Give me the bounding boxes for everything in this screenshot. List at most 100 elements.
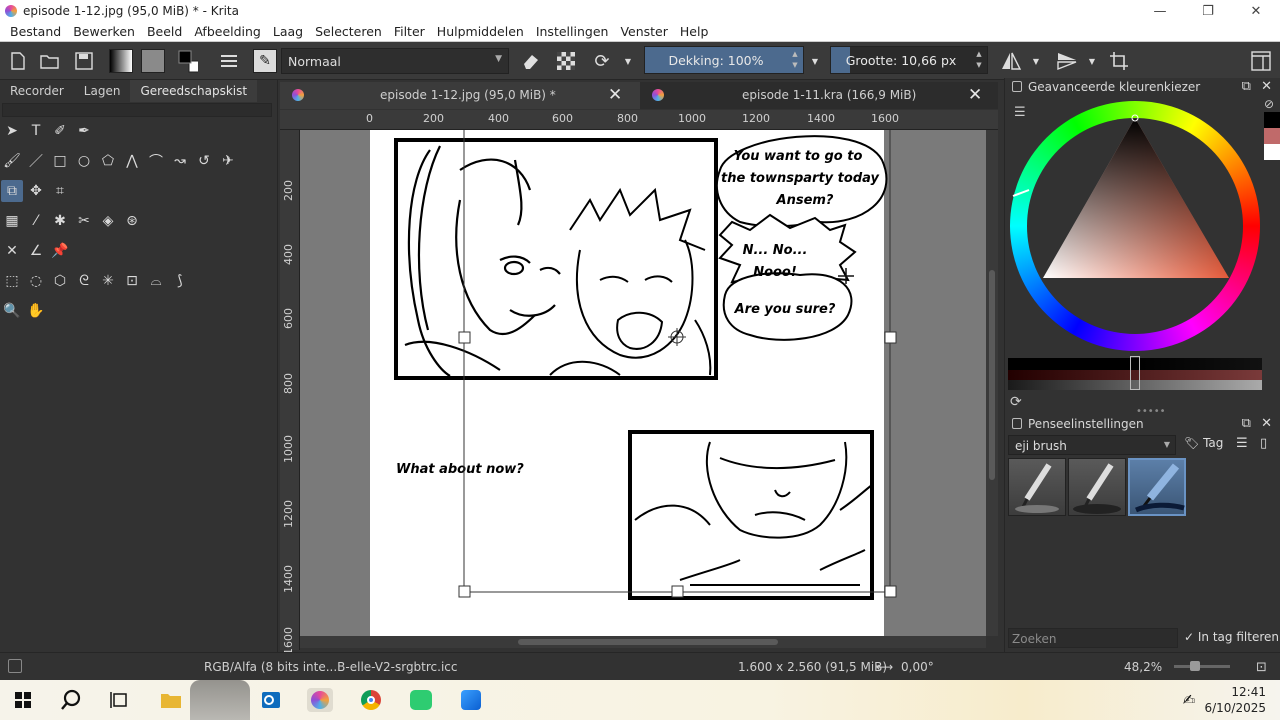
transform-tool-icon[interactable]: ⧉ — [1, 180, 23, 202]
close-window-button[interactable]: ✕ — [1232, 0, 1280, 22]
taskbar-clock[interactable]: 12:41 6/10/2025 — [1204, 684, 1266, 716]
zoom-slider[interactable] — [1174, 665, 1230, 668]
rectangular-selection-tool-icon[interactable]: ⬚ — [1, 270, 23, 292]
chevron-down-icon[interactable]: ▼ — [808, 50, 822, 72]
brush-preset-thumbnail-active[interactable] — [1128, 458, 1186, 516]
measure-tool-icon[interactable]: ∠ — [25, 240, 47, 262]
menu-bestand[interactable]: Bestand — [4, 24, 67, 39]
multibrush-tool-icon[interactable]: ✈ — [217, 150, 239, 172]
windows-start-icon[interactable] — [10, 688, 36, 712]
document-tab-active[interactable]: episode 1-12.jpg (95,0 MiB) * ✕ — [280, 82, 640, 109]
assistant-tool-icon[interactable]: ✕ — [1, 240, 23, 262]
tab-lagen[interactable]: Lagen — [74, 80, 131, 102]
new-document-icon[interactable] — [7, 50, 29, 72]
refresh-icon[interactable]: ⟳ — [1010, 394, 1022, 410]
slider-handle[interactable] — [1130, 356, 1140, 390]
color-picker-tool-icon[interactable]: ⁄ — [25, 210, 47, 232]
reference-images-tool-icon[interactable]: 📌 — [49, 240, 71, 262]
save-icon[interactable] — [73, 50, 95, 72]
krita-taskbar-icon[interactable] — [307, 688, 333, 712]
discord-icon[interactable] — [408, 688, 434, 712]
move-tool-icon[interactable]: ✥ — [25, 180, 47, 202]
rectangle-tool-icon[interactable]: □ — [49, 150, 71, 172]
menu-filter[interactable]: Filter — [388, 24, 431, 39]
tab-recorder[interactable]: Recorder — [0, 80, 74, 102]
enclose-fill-tool-icon[interactable]: ⊛ — [121, 210, 143, 232]
swatch-black[interactable] — [1264, 112, 1280, 128]
menu-beeld[interactable]: Beeld — [141, 24, 188, 39]
view-mode-icon[interactable]: ▯ — [1260, 436, 1267, 451]
menu-venster[interactable]: Venster — [614, 24, 673, 39]
menu-laag[interactable]: Laag — [267, 24, 309, 39]
edit-shapes-tool-icon[interactable]: ✐ — [49, 120, 71, 142]
file-explorer-icon[interactable] — [158, 688, 184, 712]
pan-tool-icon[interactable]: ✋ — [25, 300, 47, 322]
lock-icon[interactable] — [1012, 418, 1022, 429]
horizontal-scrollbar[interactable] — [300, 636, 986, 648]
magnetic-selection-tool-icon[interactable]: ⟆ — [169, 270, 191, 292]
vertical-scrollbar[interactable] — [986, 130, 998, 636]
line-tool-icon[interactable]: ／ — [25, 150, 47, 172]
crop-tool-icon[interactable]: ⌗ — [49, 180, 71, 202]
freehand-brush-tool-icon[interactable]: 🖌 — [1, 150, 23, 172]
size-spinner[interactable]: ▲ ▼ — [973, 49, 985, 71]
transform-handle[interactable] — [884, 585, 897, 598]
brush-preset-thumbnail[interactable] — [1008, 458, 1066, 516]
chevron-down-icon[interactable]: ▼ — [1086, 50, 1098, 72]
reload-preset-icon[interactable]: ⟳ — [591, 50, 613, 72]
float-docker-icon[interactable]: ⧉ — [1242, 79, 1251, 94]
lock-icon[interactable] — [1012, 81, 1022, 92]
alpha-lock-icon[interactable] — [555, 50, 577, 72]
mirror-horizontal-icon[interactable] — [1000, 50, 1022, 72]
blend-mode-select[interactable]: Normaal ▼ — [281, 48, 509, 74]
float-docker-icon[interactable]: ⧉ — [1242, 416, 1251, 431]
search-icon[interactable] — [58, 688, 84, 712]
dynamic-brush-tool-icon[interactable]: ↺ — [193, 150, 215, 172]
menu-help[interactable]: Help — [674, 24, 715, 39]
close-docker-icon[interactable]: ✕ — [1261, 79, 1272, 94]
transform-handle[interactable] — [671, 585, 684, 598]
screen-icon[interactable]: ⊡ — [1256, 660, 1267, 675]
chevron-down-icon[interactable]: ▼ — [1030, 50, 1042, 72]
smart-patch-tool-icon[interactable]: ✂ — [73, 210, 95, 232]
tag-button[interactable]: 🏷 Tag — [1184, 436, 1223, 450]
menu-afbeelding[interactable]: Afbeelding — [188, 24, 267, 39]
task-view-icon[interactable] — [106, 688, 132, 712]
paint-app-icon[interactable] — [458, 688, 484, 712]
dock-panel-icon[interactable] — [1250, 50, 1272, 72]
polyline-tool-icon[interactable]: ⋀ — [121, 150, 143, 172]
scrollbar-thumb[interactable] — [518, 639, 778, 645]
filter-in-tag-checkbox[interactable]: ✓ In tag filteren — [1184, 630, 1279, 644]
brush-search-input[interactable]: Zoeken — [1008, 628, 1178, 648]
comic-page[interactable]: You want to go to the townsparty today A… — [300, 130, 986, 636]
restore-button[interactable]: ❐ — [1184, 0, 1232, 22]
calligraphy-tool-icon[interactable]: ✒ — [73, 120, 95, 142]
fg-bg-color-icon[interactable] — [176, 50, 198, 73]
fill-tool-icon[interactable]: ◈ — [97, 210, 119, 232]
brush-presets-menu-icon[interactable] — [218, 50, 240, 72]
zoom-tool-icon[interactable]: 🔍 — [1, 300, 23, 322]
freehand-path-tool-icon[interactable]: ↝ — [169, 150, 191, 172]
colorize-mask-tool-icon[interactable]: ✱ — [49, 210, 71, 232]
wrap-around-icon[interactable] — [1108, 50, 1130, 72]
chrome-icon[interactable] — [358, 688, 384, 712]
similar-color-selection-tool-icon[interactable]: ⊡ — [121, 270, 143, 292]
scrollbar-thumb[interactable] — [989, 270, 995, 480]
bezier-selection-tool-icon[interactable]: ⌓ — [145, 270, 167, 292]
color-wheel[interactable] — [1009, 100, 1261, 352]
close-tab-icon[interactable]: ✕ — [608, 85, 622, 105]
zoom-slider-handle[interactable] — [1190, 661, 1200, 671]
outlook-icon[interactable] — [258, 688, 284, 712]
image-size-label[interactable]: 1.600 x 2.560 (91,5 MiB) — [738, 660, 887, 674]
no-color-icon[interactable]: ⊘ — [1264, 97, 1278, 111]
selection-indicator-icon[interactable] — [8, 659, 22, 673]
menu-icon[interactable]: ☰ — [1236, 436, 1248, 451]
swatch-white[interactable] — [1264, 144, 1280, 160]
pen-tray-icon[interactable]: ✍ — [1176, 688, 1202, 712]
pattern-swatch-icon[interactable] — [140, 49, 166, 73]
document-tab[interactable]: episode 1-11.kra (166,9 MiB) ✕ — [640, 82, 998, 109]
gradient-swatch-icon[interactable] — [108, 49, 134, 73]
close-docker-icon[interactable]: ✕ — [1261, 416, 1272, 431]
canvas-area[interactable]: You want to go to the townsparty today A… — [300, 130, 986, 636]
minimize-button[interactable]: — — [1136, 0, 1184, 22]
